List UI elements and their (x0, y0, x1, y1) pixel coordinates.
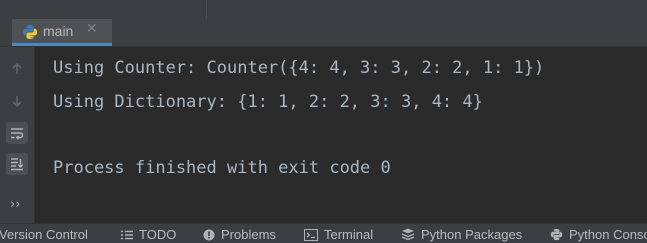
run-tab-bar: main ✕ (0, 19, 647, 47)
close-icon[interactable]: ✕ (86, 21, 98, 37)
top-strip (0, 0, 647, 19)
tool-version-control[interactable]: Version Control (0, 226, 88, 243)
list-icon (121, 230, 133, 240)
run-tab-label: main (43, 23, 74, 39)
console-output[interactable]: Using Counter: Counter({4: 4, 3: 3, 2: 2… (35, 47, 647, 223)
python-icon (22, 24, 38, 40)
top-strip-divider (206, 0, 207, 19)
more-actions-icon[interactable]: ›› (10, 197, 20, 212)
tool-window-bar: Version Control TODO Problems Terminal P… (0, 223, 647, 243)
tool-label: Python Conso (569, 227, 647, 242)
console-toolbar: ›› (0, 47, 35, 223)
python-console-icon (550, 228, 563, 241)
console-line: Using Counter: Counter({4: 4, 3: 3, 2: 2… (53, 58, 545, 78)
tool-label: Problems (221, 227, 276, 242)
tool-python-packages[interactable]: Python Packages (401, 226, 522, 243)
tool-label: Version Control (0, 227, 88, 242)
terminal-icon (304, 228, 318, 241)
tool-todo[interactable]: TODO (121, 226, 176, 243)
console-line: Using Dictionary: {1: 1, 2: 2, 3: 3, 4: … (53, 92, 483, 112)
rerun-down-icon[interactable] (6, 90, 28, 112)
console-line: Process finished with exit code 0 (53, 158, 391, 178)
tool-python-console[interactable]: Python Conso (550, 226, 647, 243)
tool-label: TODO (139, 227, 177, 242)
run-tool-window: main ✕ ›› Using Counter: Counter({4: 4, … (0, 0, 647, 243)
rerun-up-icon[interactable] (6, 58, 28, 80)
problems-icon (203, 229, 215, 241)
tool-terminal[interactable]: Terminal (304, 226, 373, 243)
tool-label: Terminal (324, 227, 374, 242)
soft-wrap-icon[interactable] (6, 122, 28, 144)
scroll-to-end-icon[interactable] (6, 153, 28, 175)
run-tab-main[interactable]: main ✕ (12, 19, 112, 46)
tool-label: Python Packages (421, 227, 523, 242)
tool-problems[interactable]: Problems (203, 226, 276, 243)
packages-icon (401, 228, 415, 241)
